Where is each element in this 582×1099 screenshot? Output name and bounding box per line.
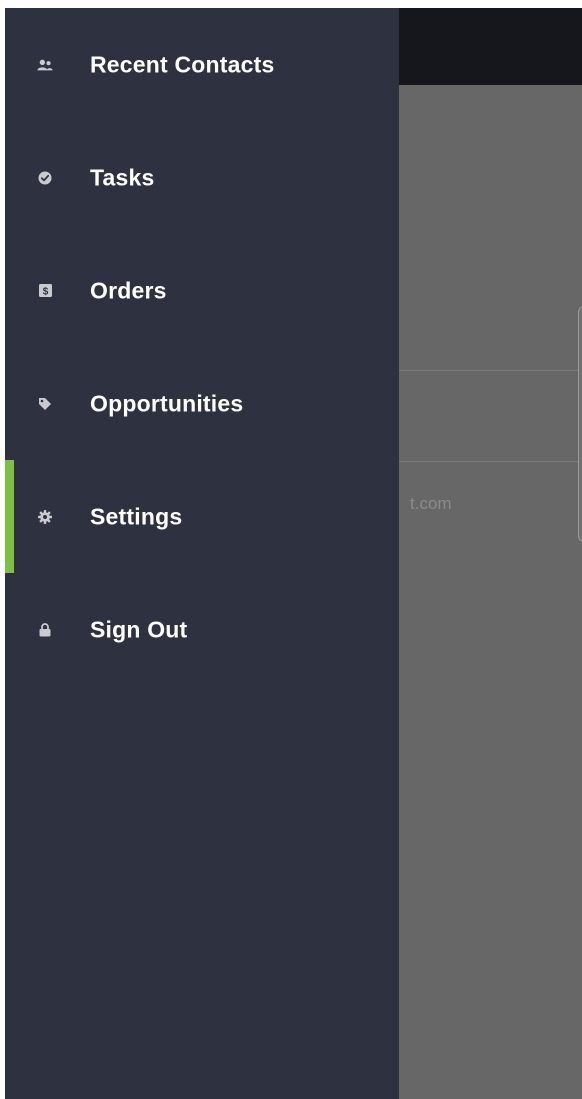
navigation-drawer: Recent Contacts Tasks $ Orders Opportuni… <box>5 8 399 1099</box>
nav-item-settings[interactable]: Settings <box>5 460 399 573</box>
nav-item-label: Opportunities <box>90 390 244 416</box>
gear-icon <box>37 509 53 525</box>
contacts-icon <box>37 57 53 73</box>
nav-item-sign-out[interactable]: Sign Out <box>5 573 399 686</box>
nav-item-label: Tasks <box>90 164 155 190</box>
nav-item-label: Sign Out <box>90 616 188 642</box>
dollar-box-icon: $ <box>37 283 53 299</box>
nav-item-recent-contacts[interactable]: Recent Contacts <box>5 8 399 121</box>
active-indicator <box>5 460 14 573</box>
background-divider <box>399 370 582 371</box>
background-divider <box>399 461 582 462</box>
nav-item-label: Settings <box>90 503 183 529</box>
nav-item-opportunities[interactable]: Opportunities <box>5 347 399 460</box>
nav-item-label: Orders <box>90 277 167 303</box>
screen: t.com Recent Contacts Tasks $ Orders Opp… <box>5 8 582 1099</box>
background-email-text: t.com <box>410 494 452 513</box>
lock-icon <box>37 622 53 638</box>
check-circle-icon <box>37 170 53 186</box>
svg-text:$: $ <box>42 286 48 297</box>
background-app-header <box>399 8 582 85</box>
tag-icon <box>37 396 53 412</box>
nav-item-orders[interactable]: $ Orders <box>5 234 399 347</box>
nav-item-label: Recent Contacts <box>90 51 275 77</box>
nav-item-tasks[interactable]: Tasks <box>5 121 399 234</box>
background-card <box>578 306 582 542</box>
